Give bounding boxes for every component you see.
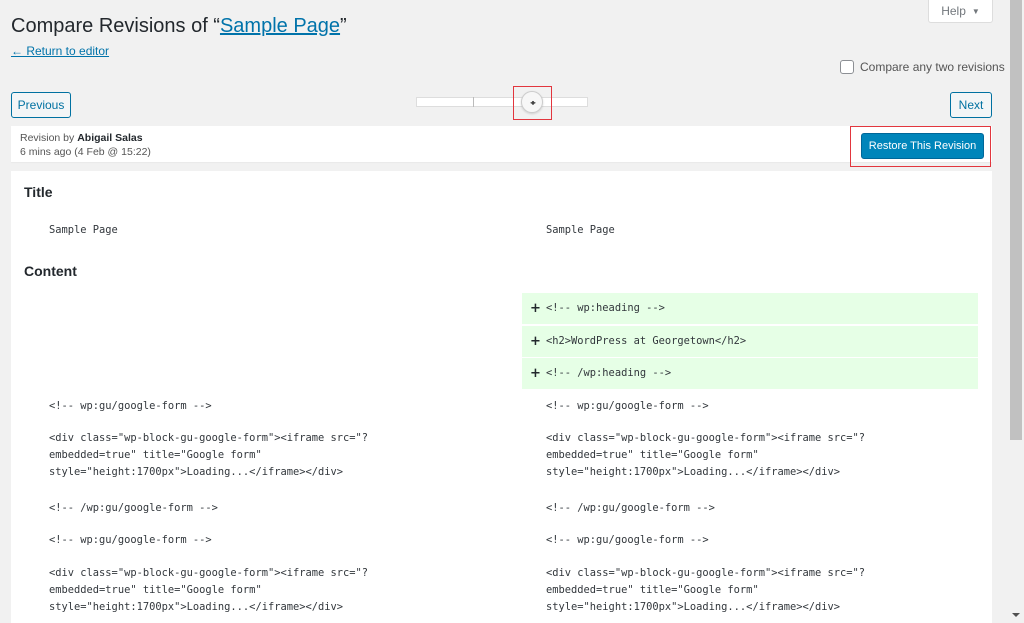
revision-by-label: Revision by — [20, 132, 78, 144]
compare-two-label: Compare any two revisions — [860, 60, 1005, 74]
revision-author-line: Revision by Abigail Salas — [20, 131, 151, 145]
restore-revision-button[interactable]: Restore This Revision — [861, 133, 984, 159]
diff-added-row: + <!-- wp:heading --> — [522, 293, 978, 324]
title-suffix: ” — [340, 15, 347, 37]
revisions-screen: Help ▼ Compare Revisions of “Sample Page… — [0, 0, 1008, 623]
diff-left-line: <!-- /wp:gu/google-form --> — [49, 502, 218, 514]
caret-down-icon: ▼ — [971, 6, 980, 16]
revision-slider-handle[interactable]: ◂▸ — [521, 91, 543, 113]
revision-slider-tick — [473, 97, 474, 107]
diff-title-left: Sample Page — [49, 224, 118, 236]
compare-two-checkbox[interactable] — [840, 60, 854, 74]
diff-right-line: <div class="wp-block-gu-google-form"><if… — [546, 567, 866, 613]
drag-arrows-icon: ◂▸ — [529, 97, 536, 107]
revision-slider-track[interactable] — [416, 97, 588, 107]
next-button[interactable]: Next — [950, 92, 992, 118]
help-label: Help — [941, 4, 966, 18]
diff-content-heading: Content — [24, 263, 77, 279]
diff-left-line: <div class="wp-block-gu-google-form"><if… — [49, 567, 369, 613]
diff-left-line: <!-- wp:gu/google-form --> — [49, 400, 212, 412]
diff-added-row: + <h2>WordPress at Georgetown</h2> — [522, 326, 978, 357]
page-scrollbar[interactable] — [1008, 0, 1024, 623]
diff-added-row: + <!-- /wp:heading --> — [522, 358, 978, 389]
scrollbar-thumb[interactable] — [1010, 0, 1022, 440]
diff-left-line: <!-- wp:gu/google-form --> — [49, 534, 212, 546]
return-to-editor-link[interactable]: ← Return to editor — [11, 44, 109, 58]
diff-added-line: <!-- wp:heading --> — [546, 302, 665, 314]
diff-title-right: Sample Page — [546, 224, 615, 236]
diff-right-line: <!-- wp:gu/google-form --> — [546, 534, 709, 546]
diff-right-line: <div class="wp-block-gu-google-form"><if… — [546, 432, 866, 478]
revision-time-ago: 6 mins ago — [20, 146, 72, 158]
plus-icon: + — [530, 301, 541, 316]
diff-added-line: <!-- /wp:heading --> — [546, 367, 672, 379]
diff-added-line: <h2>WordPress at Georgetown</h2> — [546, 335, 747, 347]
plus-icon: + — [530, 334, 541, 349]
revision-meta: Revision by Abigail Salas 6 mins ago (4 … — [20, 131, 151, 159]
revision-meta-bar: Revision by Abigail Salas 6 mins ago (4 … — [11, 126, 992, 162]
diff-right-line: <!-- wp:gu/google-form --> — [546, 400, 709, 412]
diff-left-line: <div class="wp-block-gu-google-form"><if… — [49, 432, 369, 478]
revision-date: (4 Feb @ 15:22) — [74, 146, 151, 158]
post-title-link[interactable]: Sample Page — [220, 15, 340, 37]
diff-right-line: <!-- /wp:gu/google-form --> — [546, 502, 715, 514]
plus-icon: + — [530, 366, 541, 381]
help-tab-button[interactable]: Help ▼ — [928, 0, 993, 23]
previous-button[interactable]: Previous — [11, 92, 71, 118]
scroll-down-arrow-icon[interactable] — [1012, 613, 1020, 617]
revision-author: Abigail Salas — [77, 132, 143, 144]
diff-title-heading: Title — [24, 184, 53, 200]
title-prefix: Compare Revisions of “ — [11, 15, 220, 37]
diff-panel: Title Sample Page Sample Page Content + … — [11, 171, 992, 623]
revision-date-line: 6 mins ago (4 Feb @ 15:22) — [20, 145, 151, 159]
page-title: Compare Revisions of “Sample Page” — [11, 15, 347, 38]
compare-two-revisions-toggle[interactable]: Compare any two revisions — [840, 60, 1005, 74]
